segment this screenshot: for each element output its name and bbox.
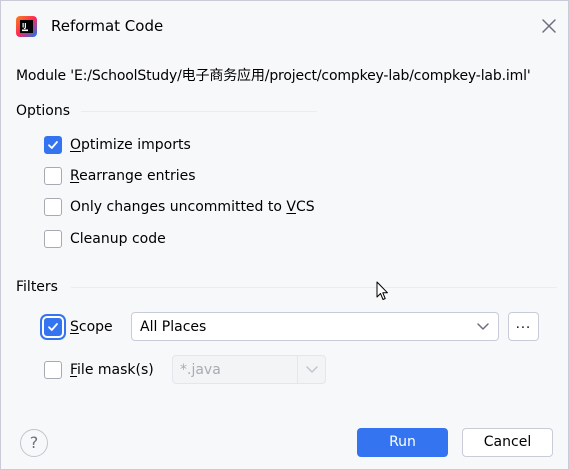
options-separator xyxy=(81,111,317,112)
file-mask-value: *.java xyxy=(180,362,221,378)
checkbox-box[interactable] xyxy=(44,361,62,379)
reformat-code-dialog: IJ Reformat Code Module 'E:/SchoolStudy/… xyxy=(0,0,569,470)
checkbox-box[interactable] xyxy=(44,318,62,336)
close-button[interactable] xyxy=(537,14,561,38)
label-prefix: Only changes uncommitted to xyxy=(70,199,287,215)
scope-selected-value: All Places xyxy=(140,319,207,335)
close-icon xyxy=(542,19,556,33)
check-icon xyxy=(48,141,58,149)
optimize-imports-checkbox[interactable]: Optimize imports xyxy=(44,135,191,155)
module-path-label: Module 'E:/SchoolStudy/电子商务应用/project/co… xyxy=(16,68,531,84)
mnemonic-letter: V xyxy=(286,199,296,215)
mnemonic-letter: S xyxy=(70,319,79,335)
label-rest: earrange entries xyxy=(79,168,196,184)
file-mask-combo[interactable]: *.java xyxy=(172,355,326,384)
combo-divider xyxy=(297,356,298,383)
svg-text:IJ: IJ xyxy=(22,23,26,30)
only-uncommitted-label: Only changes uncommitted to VCS xyxy=(70,197,315,217)
mnemonic-letter: R xyxy=(70,168,80,184)
optimize-imports-label: Optimize imports xyxy=(70,135,191,155)
scope-select[interactable]: All Places xyxy=(131,312,499,341)
label-rest: ptimize imports xyxy=(81,137,191,153)
mouse-cursor-icon xyxy=(376,281,388,300)
mnemonic-letter: F xyxy=(70,362,78,378)
run-button[interactable]: Run xyxy=(357,428,448,457)
chevron-down-icon xyxy=(477,323,489,330)
cleanup-code-checkbox[interactable]: Cleanup code xyxy=(44,229,166,249)
label-rest: ile mask(s) xyxy=(77,362,154,378)
checkbox-box[interactable] xyxy=(44,198,62,216)
dialog-title: Reformat Code xyxy=(51,17,164,35)
filters-separator xyxy=(71,287,557,288)
cleanup-code-label: Cleanup code xyxy=(70,231,166,247)
chevron-down-icon xyxy=(306,366,318,373)
rearrange-entries-label: Rearrange entries xyxy=(70,166,196,186)
check-icon xyxy=(48,323,58,331)
scope-browse-button[interactable]: ... xyxy=(508,312,539,341)
scope-label: Scope xyxy=(70,317,113,337)
intellij-idea-icon: IJ xyxy=(16,16,37,37)
only-uncommitted-checkbox[interactable]: Only changes uncommitted to VCS xyxy=(44,197,315,217)
options-heading: Options xyxy=(16,103,71,119)
rearrange-entries-checkbox[interactable]: Rearrange entries xyxy=(44,166,196,186)
filters-heading: Filters xyxy=(16,279,58,295)
mnemonic-letter: O xyxy=(70,137,82,153)
checkbox-box[interactable] xyxy=(44,167,62,185)
cancel-button[interactable]: Cancel xyxy=(462,428,553,457)
label-rest: cope xyxy=(78,319,113,335)
checkbox-box[interactable] xyxy=(44,136,62,154)
title-bar: IJ Reformat Code xyxy=(1,1,568,51)
file-mask-label: File mask(s) xyxy=(70,360,154,380)
file-mask-checkbox[interactable]: File mask(s) xyxy=(44,360,154,380)
label-rest: CS xyxy=(295,199,315,215)
scope-checkbox[interactable]: Scope xyxy=(44,317,113,337)
help-button[interactable]: ? xyxy=(20,429,48,457)
checkbox-box[interactable] xyxy=(44,230,62,248)
